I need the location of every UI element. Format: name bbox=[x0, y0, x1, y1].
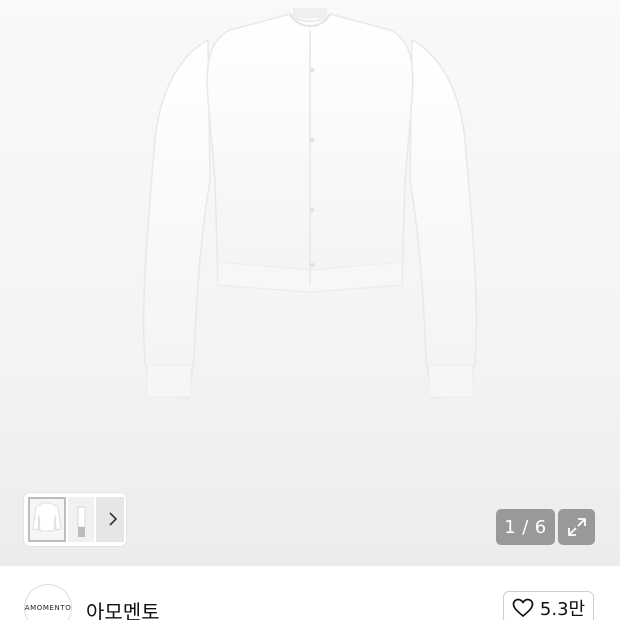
thumbnail-cardigan-image bbox=[32, 502, 62, 532]
expand-image-button[interactable] bbox=[558, 509, 595, 545]
brand-logo-text: AMOMENTO bbox=[24, 604, 72, 612]
product-detail-page: 1 / 6 AMOMENTO 아모멘토 5.3만 bbox=[0, 0, 620, 620]
thumbnail-1[interactable] bbox=[28, 497, 66, 542]
brand-logo[interactable]: AMOMENTO bbox=[24, 584, 72, 620]
like-count: 5.3만 bbox=[539, 599, 586, 620]
product-image-gallery[interactable]: 1 / 6 bbox=[0, 0, 620, 566]
expand-arrows-icon bbox=[567, 518, 586, 536]
thumbnail-strip[interactable] bbox=[24, 493, 126, 546]
heart-outline-icon bbox=[512, 598, 534, 618]
thumbnail-model-image bbox=[77, 506, 86, 537]
chevron-right-icon bbox=[109, 512, 118, 526]
image-counter-separator: / bbox=[522, 516, 529, 538]
thumbnail-next-button[interactable] bbox=[104, 507, 122, 531]
seller-bar: AMOMENTO 아모멘토 5.3만 bbox=[0, 566, 620, 620]
product-image bbox=[142, 8, 478, 399]
image-counter-total: 6 bbox=[534, 516, 547, 538]
image-counter: 1 / 6 bbox=[496, 509, 555, 545]
image-counter-current: 1 bbox=[504, 516, 517, 538]
brand-name[interactable]: 아모멘토 bbox=[86, 596, 160, 620]
like-button[interactable]: 5.3만 bbox=[503, 591, 594, 620]
thumbnail-2[interactable] bbox=[68, 497, 94, 542]
